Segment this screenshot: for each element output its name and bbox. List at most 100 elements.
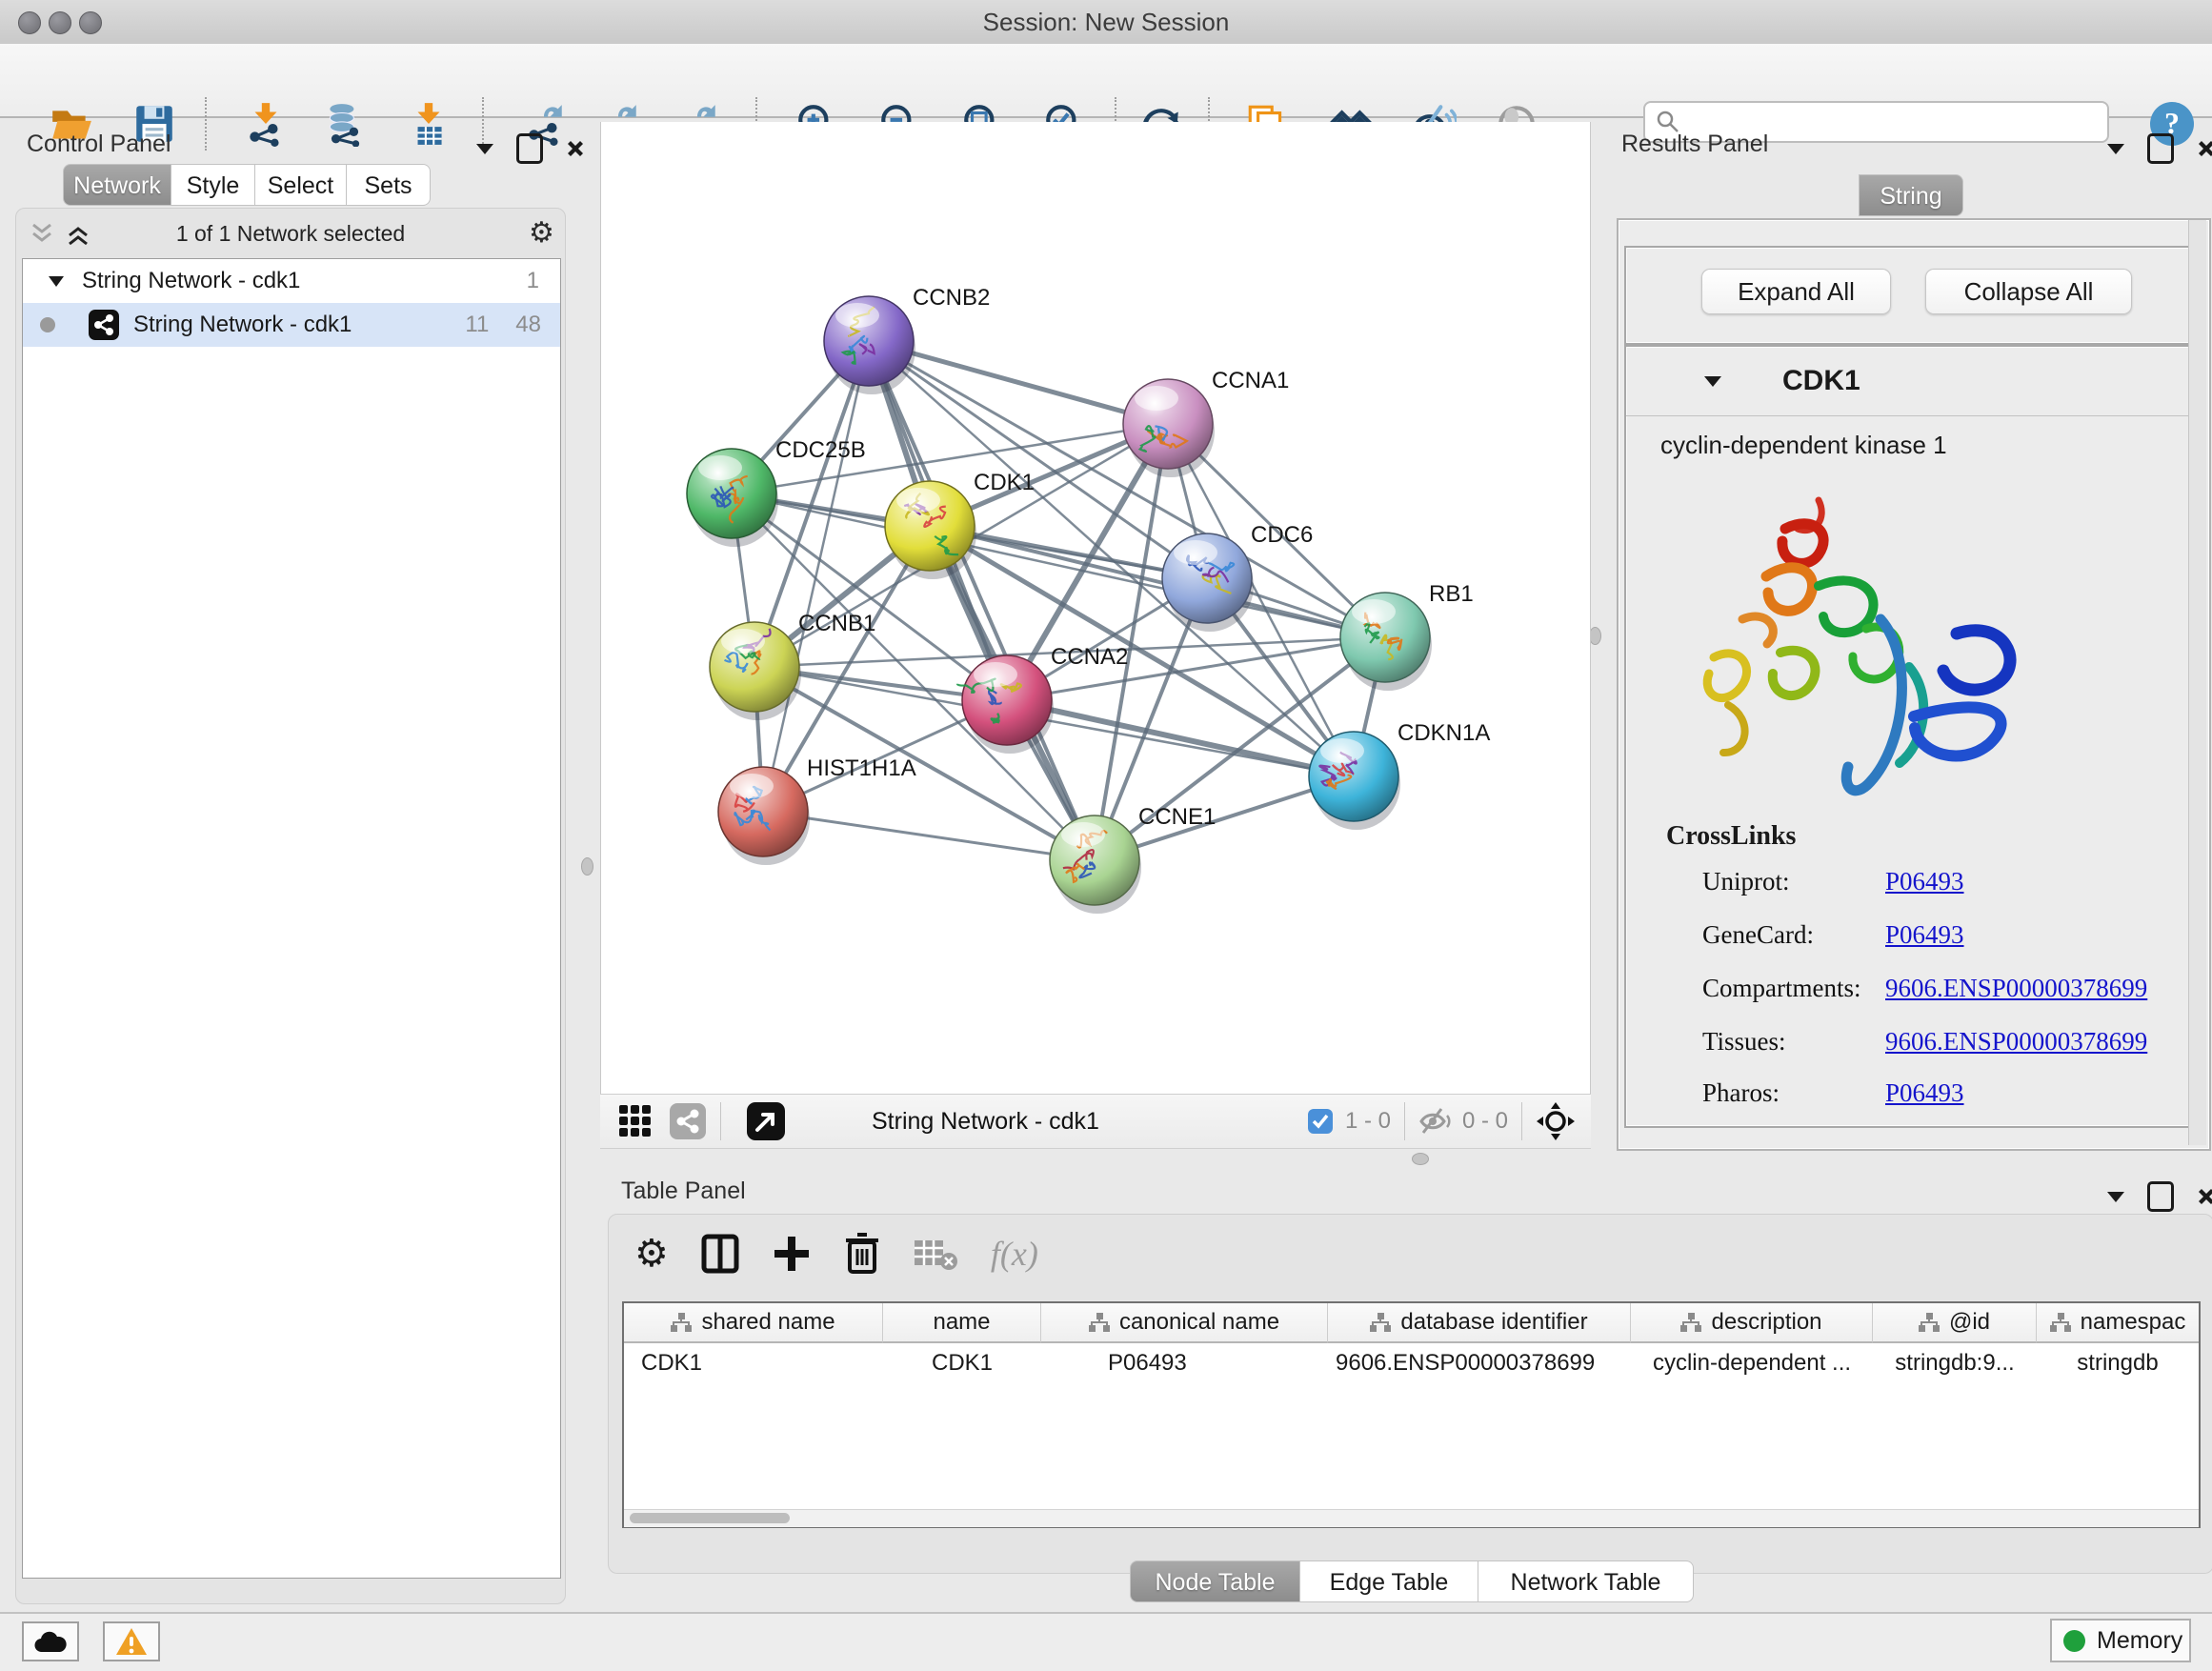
panel-float-icon[interactable]: [2147, 1181, 2174, 1212]
collapse-all-button[interactable]: Collapse All: [1925, 269, 2132, 314]
column-type-icon: [1919, 1313, 1940, 1332]
splitter-handle[interactable]: [1412, 1153, 1429, 1165]
panel-menu-icon[interactable]: [2105, 141, 2126, 156]
network-node-HIST1H1A[interactable]: HIST1H1A: [718, 755, 916, 865]
string-app-icon[interactable]: [669, 1102, 707, 1140]
network-options-gear-icon[interactable]: ⚙: [529, 216, 554, 250]
network-node-CDC25B[interactable]: CDC25B: [687, 437, 866, 547]
expand-all-button[interactable]: Expand All: [1701, 269, 1891, 314]
birdseye-grid-icon[interactable]: [617, 1103, 654, 1139]
delete-table-icon-disabled: [913, 1235, 958, 1273]
network-node-CCNA2[interactable]: CCNA2: [957, 644, 1128, 754]
tab-string[interactable]: String: [1859, 174, 1963, 216]
results-scrollbar[interactable]: [2188, 220, 2206, 1145]
table-cell[interactable]: CDK1: [883, 1343, 1041, 1383]
table-panel: Table Panel ⚙ f(x) shared name name cano…: [600, 1170, 2212, 1612]
column-header[interactable]: shared name: [624, 1303, 883, 1343]
panel-menu-icon[interactable]: [2105, 1189, 2126, 1204]
panel-close-icon[interactable]: [564, 137, 587, 160]
tab-select[interactable]: Select: [255, 164, 347, 206]
panel-float-icon[interactable]: [516, 133, 543, 164]
crosslink-link[interactable]: 9606.ENSP00000378699: [1885, 1027, 2147, 1057]
toolbar-separator: [1404, 1102, 1405, 1140]
tab-style[interactable]: Style: [171, 164, 255, 206]
node-label-CCNB1: CCNB1: [798, 611, 875, 636]
column-header[interactable]: canonical name: [1041, 1303, 1328, 1343]
crosslink-link[interactable]: 9606.ENSP00000378699: [1885, 974, 2147, 1003]
crosslink-row: GeneCard: P06493: [1626, 920, 2200, 974]
column-header[interactable]: @id: [1873, 1303, 2037, 1343]
pan-crosshair-icon[interactable]: [1536, 1101, 1576, 1141]
column-header[interactable]: database identifier: [1328, 1303, 1631, 1343]
crosslink-link[interactable]: P06493: [1885, 1078, 1964, 1108]
node-label-CDKN1A: CDKN1A: [1398, 720, 1490, 746]
network-row-selected[interactable]: String Network - cdk1 11 48: [23, 303, 560, 347]
memory-button[interactable]: Memory: [2050, 1619, 2191, 1662]
network-node-CDKN1A[interactable]: CDKN1A: [1309, 720, 1490, 830]
network-row-label: String Network - cdk1: [133, 312, 352, 338]
tab-network[interactable]: Network: [63, 164, 171, 206]
network-graph[interactable]: CCNB2CCNA1CDC25BCDK1CDC6RB1CCNB1CCNA2CDK…: [601, 122, 1590, 1094]
network-node-CDK1[interactable]: CDK1: [885, 470, 1035, 579]
status-bar: Memory: [0, 1612, 2212, 1671]
network-node-CCNE1[interactable]: CCNE1: [1050, 804, 1216, 914]
network-collection-row[interactable]: String Network - cdk1 1: [23, 259, 560, 303]
function-builder-icon-disabled: f(x): [991, 1234, 1038, 1274]
column-type-icon: [671, 1313, 692, 1332]
memory-status-dot: [2063, 1630, 2085, 1652]
network-node-CCNB2[interactable]: CCNB2: [824, 285, 990, 394]
panel-menu-icon[interactable]: [474, 141, 495, 156]
expand-collapse-box: Expand All Collapse All: [1624, 246, 2202, 345]
splitter-handle[interactable]: [581, 857, 593, 876]
table-cell[interactable]: P06493: [1041, 1343, 1328, 1383]
crosslink-label: Compartments:: [1702, 974, 1860, 1003]
table-cell[interactable]: 9606.ENSP00000378699: [1328, 1343, 1631, 1383]
delete-column-icon[interactable]: [844, 1233, 880, 1275]
table-cell[interactable]: cyclin-dependent ...: [1631, 1343, 1873, 1383]
crosslink-link[interactable]: P06493: [1885, 920, 1964, 950]
warning-button[interactable]: [103, 1621, 160, 1661]
tab-sets[interactable]: Sets: [347, 164, 431, 206]
table-cell[interactable]: CDK1: [624, 1343, 883, 1383]
tab-edge-table[interactable]: Edge Table: [1300, 1560, 1478, 1602]
table-options-gear-icon[interactable]: ⚙: [634, 1231, 669, 1277]
column-header[interactable]: namespac: [2037, 1303, 2199, 1343]
selected-checkbox-icon[interactable]: [1307, 1108, 1334, 1135]
toolbar-separator: [1521, 1102, 1522, 1140]
add-column-icon[interactable]: [772, 1234, 812, 1274]
tree-expander-icon[interactable]: [48, 274, 65, 288]
network-node-RB1[interactable]: RB1: [1340, 581, 1474, 691]
network-status-dot: [40, 317, 55, 332]
crosslink-link[interactable]: P06493: [1885, 867, 1964, 896]
column-type-icon: [1370, 1313, 1391, 1332]
crosslinks-title: CrossLinks: [1666, 821, 1796, 852]
column-header[interactable]: description: [1631, 1303, 1873, 1343]
gene-section-header[interactable]: CDK1: [1626, 347, 2200, 416]
string-network-icon: [88, 309, 120, 341]
tab-node-table[interactable]: Node Table: [1130, 1560, 1300, 1602]
table-cell[interactable]: stringdb: [2037, 1343, 2199, 1383]
crosslink-row: Tissues: 9606.ENSP00000378699: [1626, 1027, 2200, 1080]
section-expander-icon[interactable]: [1702, 373, 1723, 389]
network-edges[interactable]: [732, 341, 1385, 860]
column-header[interactable]: name: [883, 1303, 1041, 1343]
selected-node-edge-counts: 1 - 0: [1345, 1108, 1391, 1135]
panel-close-icon[interactable]: [2195, 1185, 2212, 1208]
network-node-CCNB1[interactable]: CCNB1: [710, 611, 875, 720]
tab-network-table[interactable]: Network Table: [1478, 1560, 1694, 1602]
control-panel-tabs: NetworkStyleSelectSets: [63, 164, 431, 206]
panel-float-icon[interactable]: [2147, 133, 2174, 164]
table-h-scrollbar[interactable]: [624, 1509, 2199, 1527]
network-node-count: 11: [465, 312, 489, 338]
network-tab-content: 1 of 1 Network selected ⚙ String Network…: [15, 208, 566, 1604]
node-label-CCNA2: CCNA2: [1051, 644, 1128, 670]
table-cell[interactable]: stringdb:9...: [1873, 1343, 2037, 1383]
scrollbar-thumb[interactable]: [630, 1513, 790, 1523]
show-columns-icon[interactable]: [701, 1233, 739, 1275]
cloud-button[interactable]: [22, 1621, 79, 1661]
column-type-icon: [1089, 1313, 1110, 1332]
network-canvas[interactable]: CCNB2CCNA1CDC25BCDK1CDC6RB1CCNB1CCNA2CDK…: [600, 122, 1591, 1094]
crosslink-row: Uniprot: P06493: [1626, 867, 2200, 920]
open-in-window-icon[interactable]: [746, 1101, 786, 1141]
panel-close-icon[interactable]: [2195, 137, 2212, 160]
